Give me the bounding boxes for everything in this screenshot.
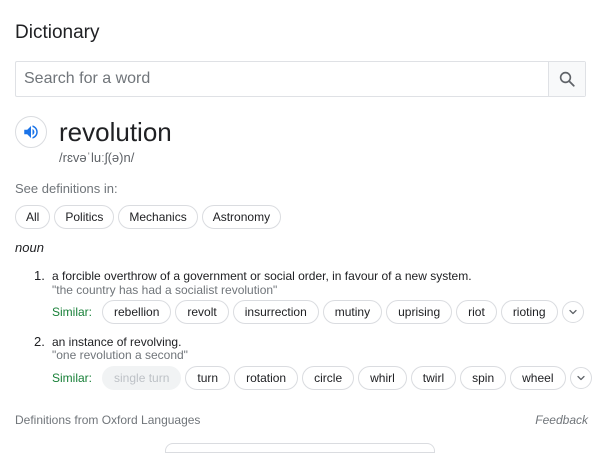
category-chip-politics[interactable]: Politics xyxy=(54,205,115,229)
synonym-chip[interactable]: circle xyxy=(302,366,355,390)
search-box xyxy=(15,61,586,97)
pronunciation-button[interactable] xyxy=(15,116,47,148)
expand-synonyms-button[interactable] xyxy=(569,367,592,389)
feedback-link[interactable]: Feedback xyxy=(535,413,588,427)
synonym-chip[interactable]: wheel xyxy=(510,366,566,390)
synonym-chip-disabled: single turn xyxy=(102,366,182,390)
similar-label: Similar: xyxy=(52,305,93,319)
speaker-icon xyxy=(24,125,38,139)
synonym-chip[interactable]: turn xyxy=(185,366,231,390)
dictionary-title: Dictionary xyxy=(15,22,100,43)
search-button[interactable] xyxy=(548,62,585,96)
synonym-chip[interactable]: riot xyxy=(456,300,497,324)
chevron-down-icon xyxy=(568,309,577,315)
similar-row: Similar: single turn turn rotation circl… xyxy=(52,366,592,390)
sense-number: 2. xyxy=(34,334,45,349)
sense-example: "the country has had a socialist revolut… xyxy=(52,283,278,297)
part-of-speech: noun xyxy=(15,240,44,255)
synonym-chip[interactable]: revolt xyxy=(175,300,229,324)
sense-definition: a forcible overthrow of a government or … xyxy=(52,269,472,283)
sense-number: 1. xyxy=(34,268,45,283)
synonym-chip[interactable]: insurrection xyxy=(232,300,319,324)
synonym-chip[interactable]: rioting xyxy=(500,300,558,324)
synonym-chip[interactable]: whirl xyxy=(358,366,407,390)
similar-row: Similar: rebellion revolt insurrection m… xyxy=(52,300,584,324)
category-chips: All Politics Mechanics Astronomy xyxy=(15,205,282,229)
sense-definition: an instance of revolving. xyxy=(52,335,182,349)
phonetic-spelling: /rɛvəˈluːʃ(ə)n/ xyxy=(59,150,135,165)
similar-label: Similar: xyxy=(52,371,93,385)
headword: revolution xyxy=(59,117,172,147)
synonym-chip[interactable]: mutiny xyxy=(322,300,383,324)
expand-panel-edge[interactable] xyxy=(165,443,435,453)
synonym-chip[interactable]: spin xyxy=(460,366,507,390)
category-chip-all[interactable]: All xyxy=(15,205,51,229)
dictionary-card: Dictionary revolution /rɛvəˈluːʃ(ə)n/ Se… xyxy=(0,0,602,453)
category-chip-mechanics[interactable]: Mechanics xyxy=(118,205,198,229)
category-chip-astronomy[interactable]: Astronomy xyxy=(201,205,282,229)
search-input[interactable] xyxy=(16,62,548,96)
expand-synonyms-button[interactable] xyxy=(561,301,584,323)
see-definitions-label: See definitions in: xyxy=(15,181,118,196)
synonym-chip[interactable]: uprising xyxy=(386,300,453,324)
sense-example: "one revolution a second" xyxy=(52,348,188,362)
search-icon xyxy=(559,71,575,87)
synonym-chip[interactable]: twirl xyxy=(410,366,457,390)
synonym-chip[interactable]: rotation xyxy=(234,366,299,390)
definitions-source: Definitions from Oxford Languages xyxy=(15,413,201,427)
chevron-down-icon xyxy=(576,375,585,381)
synonym-chip[interactable]: rebellion xyxy=(102,300,172,324)
